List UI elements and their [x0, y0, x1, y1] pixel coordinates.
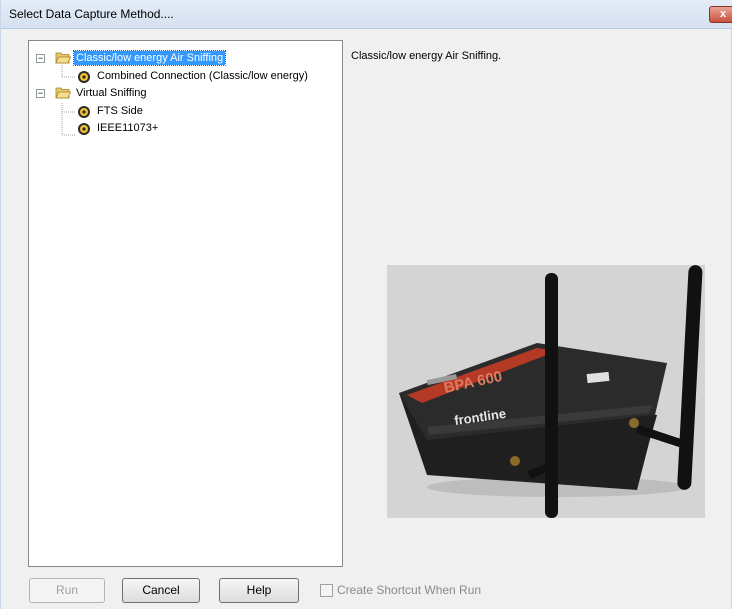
collapse-toggle[interactable]: − — [36, 89, 45, 98]
window-title: Select Data Capture Method.... — [9, 7, 174, 21]
dialog-window: Select Data Capture Method.... x − Class… — [0, 0, 732, 609]
close-button[interactable]: x — [709, 6, 732, 23]
tree-item-label: IEEE11073+ — [97, 122, 159, 134]
create-shortcut-label: Create Shortcut When Run — [337, 583, 482, 597]
title-bar[interactable]: Select Data Capture Method.... x — [1, 0, 732, 29]
tree-item-label: Combined Connection (Classic/low energy) — [97, 70, 308, 82]
tree-item-label: FTS Side — [97, 105, 143, 117]
capture-gear-icon — [78, 123, 90, 135]
capture-gear-icon — [78, 106, 90, 118]
tree-item-label: Virtual Sniffing — [76, 87, 147, 99]
open-folder-icon — [55, 52, 71, 64]
capture-method-tree[interactable]: − Classic/low energy Air Sniffing Combin… — [28, 40, 343, 567]
tree-item-ieee11073[interactable]: IEEE11073+ — [29, 121, 344, 137]
tree-item-fts-side[interactable]: FTS Side — [29, 104, 344, 120]
open-folder-icon — [55, 87, 71, 99]
run-button[interactable]: Run — [29, 578, 105, 603]
bpa600-device-picture: BPA 600 frontline — [387, 265, 705, 518]
help-button[interactable]: Help — [219, 578, 299, 603]
method-description: Classic/low energy Air Sniffing. — [351, 50, 502, 62]
tree-item-classic-air-sniffing[interactable]: − Classic/low energy Air Sniffing — [29, 50, 344, 67]
device-image: BPA 600 frontline — [387, 265, 705, 518]
close-icon: x — [719, 8, 727, 20]
collapse-toggle[interactable]: − — [36, 54, 45, 63]
cancel-button[interactable]: Cancel — [122, 578, 200, 603]
capture-gear-icon — [78, 71, 90, 83]
tree-item-label: Classic/low energy Air Sniffing — [72, 50, 227, 66]
create-shortcut-checkbox[interactable] — [320, 584, 333, 597]
tree-item-virtual-sniffing[interactable]: − Virtual Sniffing — [29, 86, 344, 102]
tree-item-combined-connection[interactable]: Combined Connection (Classic/low energy) — [29, 69, 344, 85]
